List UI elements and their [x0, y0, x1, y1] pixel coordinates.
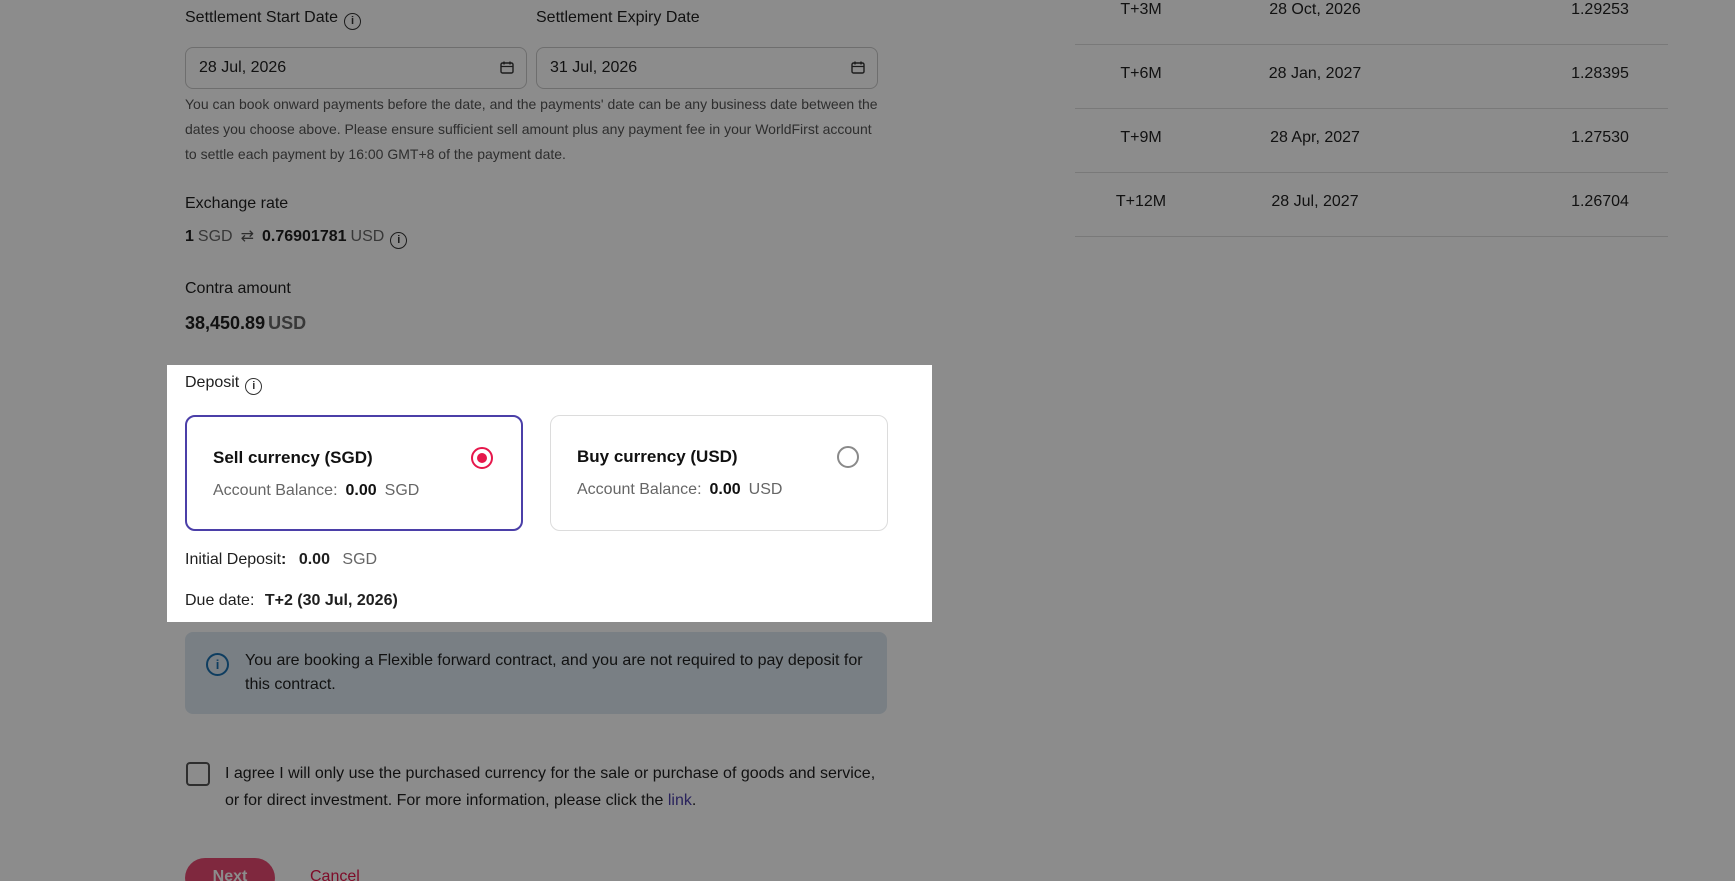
info-icon: i: [206, 653, 229, 676]
agreement-link[interactable]: link: [668, 792, 692, 809]
sell-account-balance: Account Balance: 0.00 SGD: [213, 482, 420, 499]
info-icon[interactable]: i: [390, 232, 408, 249]
buy-currency-radio[interactable]: [837, 446, 859, 468]
calendar-icon[interactable]: [500, 61, 514, 74]
due-date: Due date: T+2 (30 Jul, 2026): [185, 592, 398, 609]
swap-icon: ⇄: [240, 228, 254, 245]
table-row: T+12M 28 Jul, 2027 1.26704: [1075, 173, 1668, 237]
deposit-panel: Deposit i Sell currency (SGD) Account Bal…: [167, 365, 932, 622]
settlement-helper-text: You can book onward payments before the …: [185, 96, 878, 162]
dim-overlay: [932, 365, 1735, 622]
contra-amount-label: Contra amount: [185, 280, 291, 297]
sell-currency-option[interactable]: Sell currency (SGD) Account Balance: 0.00…: [185, 415, 523, 531]
info-icon[interactable]: i: [245, 378, 263, 395]
settlement-expiry-date-field[interactable]: 31 Jul, 2026: [536, 47, 878, 89]
settlement-expiry-label: Settlement Expiry Date: [536, 9, 700, 26]
sell-currency-radio[interactable]: [471, 447, 493, 469]
next-button[interactable]: Next: [185, 858, 275, 881]
contra-amount-value: 38,450.89 USD: [185, 313, 307, 333]
table-row: T+6M 28 Jan, 2027 1.28395: [1075, 45, 1668, 109]
buy-currency-option[interactable]: Buy currency (USD) Account Balance: 0.00 U…: [550, 415, 888, 531]
initial-deposit: Initial Deposit: 0.00 SGD: [185, 551, 378, 568]
info-icon[interactable]: i: [343, 13, 361, 30]
flexible-forward-notice: i You are booking a Flexible forward con…: [185, 632, 887, 714]
forward-contract-page: Settlement Start Date i Settlement Expiry…: [0, 0, 1735, 881]
calendar-icon[interactable]: [851, 61, 865, 74]
settlement-start-date-field[interactable]: 28 Jul, 2026: [185, 47, 527, 89]
cancel-button[interactable]: Cancel: [310, 868, 360, 881]
agreement-text: I agree I will only use the purchased cu…: [225, 765, 876, 809]
settlement-start-label: Settlement Start Date i: [185, 9, 361, 30]
exchange-rate-label: Exchange rate: [185, 195, 289, 212]
agreement-checkbox[interactable]: [186, 762, 210, 786]
buy-account-balance: Account Balance: 0.00 USD: [577, 481, 783, 498]
table-row: T+9M 28 Apr, 2027 1.27530: [1075, 109, 1668, 173]
dim-overlay: [0, 365, 167, 622]
deposit-label: Deposit i: [185, 374, 263, 395]
exchange-rate-value: 1 SGD ⇄ 0.76901781 USD i: [185, 226, 408, 249]
table-row: T+3M 28 Oct, 2026 1.29253: [1075, 0, 1668, 45]
